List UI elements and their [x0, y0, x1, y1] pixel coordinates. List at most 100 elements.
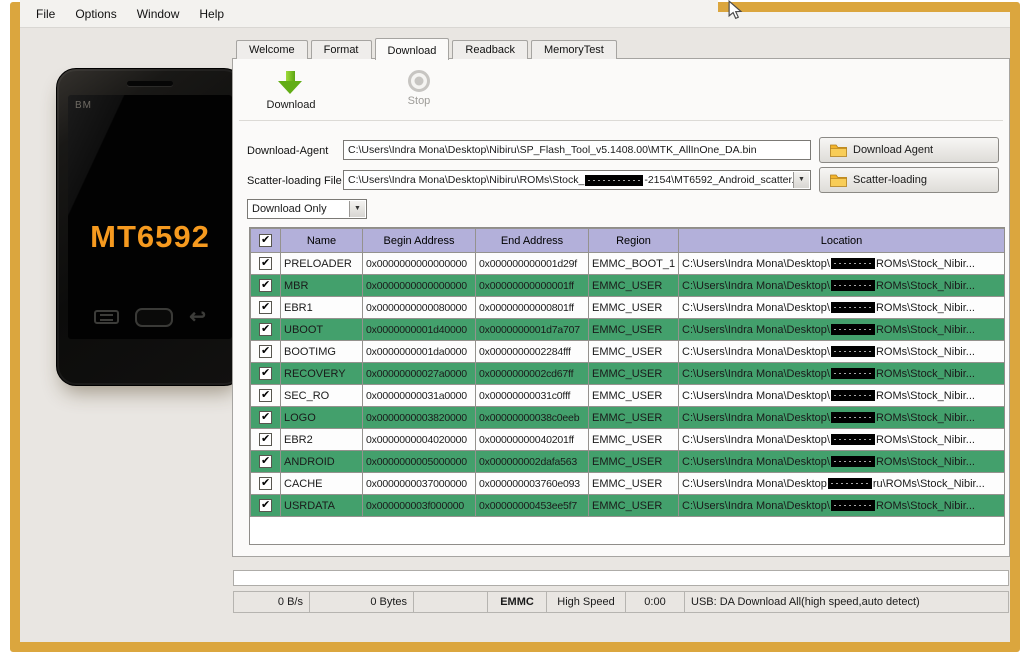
table-row[interactable]: SEC_RO 0x00000000031a0000 0x00000000031c… — [251, 385, 1005, 407]
cell-region: EMMC_USER — [589, 473, 679, 495]
table-row[interactable]: LOGO 0x0000000003820000 0x00000000038c0e… — [251, 407, 1005, 429]
download-agent-browse-button[interactable]: Download Agent — [819, 137, 999, 163]
redacted-text — [831, 346, 875, 357]
row-checkbox-cell — [251, 341, 281, 363]
scatter-browse-label: Scatter-loading — [853, 174, 927, 186]
cell-location: C:\Users\Indra Mona\Desktop\ROMs\Stock_N… — [679, 297, 1005, 319]
row-checkbox[interactable] — [259, 433, 272, 446]
header-begin-address: Begin Address — [363, 229, 476, 253]
cell-end-address: 0x00000000038c0eeb — [476, 407, 589, 429]
table-row[interactable]: ANDROID 0x0000000005000000 0x000000002da… — [251, 451, 1005, 473]
status-usb-info: USB: DA Download All(high speed,auto det… — [684, 591, 1009, 613]
row-checkbox[interactable] — [259, 345, 272, 358]
folder-icon — [830, 174, 847, 187]
cell-location: C:\Users\Indra Mona\Desktop\ROMs\Stock_N… — [679, 275, 1005, 297]
select-all-cell — [251, 229, 281, 253]
cell-begin-address: 0x000000003f000000 — [363, 495, 476, 517]
mode-dropdown-arrow[interactable]: ▼ — [349, 201, 365, 217]
cell-begin-address: 0x0000000001da0000 — [363, 341, 476, 363]
stop-button-label: Stop — [379, 95, 459, 107]
cell-name: RECOVERY — [281, 363, 363, 385]
cell-begin-address: 0x0000000004020000 — [363, 429, 476, 451]
row-checkbox[interactable] — [259, 477, 272, 490]
row-checkbox[interactable] — [259, 389, 272, 402]
row-checkbox[interactable] — [259, 301, 272, 314]
download-button[interactable]: Download — [251, 70, 331, 111]
table-row[interactable]: CACHE 0x0000000037000000 0x000000003760e… — [251, 473, 1005, 495]
cell-region: EMMC_USER — [589, 429, 679, 451]
redacted-text — [831, 456, 875, 467]
menu-file[interactable]: File — [26, 4, 65, 24]
table-row[interactable]: RECOVERY 0x00000000027a0000 0x0000000002… — [251, 363, 1005, 385]
tab-download[interactable]: Download — [375, 38, 450, 60]
menu-options[interactable]: Options — [65, 4, 126, 24]
cell-end-address: 0x000000003760e093 — [476, 473, 589, 495]
scatter-path-prefix: C:\Users\Indra Mona\Desktop\Nibiru\ROMs\… — [348, 174, 584, 186]
cell-region: EMMC_USER — [589, 363, 679, 385]
folder-icon — [830, 144, 847, 157]
phone-menu-icon — [94, 310, 119, 324]
table-row[interactable]: EBR2 0x0000000004020000 0x00000000040201… — [251, 429, 1005, 451]
table-row[interactable]: MBR 0x0000000000000000 0x00000000000001f… — [251, 275, 1005, 297]
redacted-text — [831, 500, 875, 511]
redacted-text — [831, 390, 875, 401]
tab-format[interactable]: Format — [311, 40, 372, 59]
table-row[interactable]: BOOTIMG 0x0000000001da0000 0x00000000022… — [251, 341, 1005, 363]
cell-location: C:\Users\Indra Mona\Desktop\ROMs\Stock_N… — [679, 495, 1005, 517]
table-row[interactable]: PRELOADER 0x0000000000000000 0x000000000… — [251, 253, 1005, 275]
header-name: Name — [281, 229, 363, 253]
menu-help[interactable]: Help — [189, 4, 234, 24]
row-checkbox-cell — [251, 495, 281, 517]
row-checkbox[interactable] — [259, 279, 272, 292]
partition-table-body: PRELOADER 0x0000000000000000 0x000000000… — [251, 253, 1005, 517]
partition-table-container: Name Begin Address End Address Region Lo… — [249, 227, 1005, 545]
table-row[interactable]: USRDATA 0x000000003f000000 0x00000000453… — [251, 495, 1005, 517]
scatter-file-combobox[interactable]: C:\Users\Indra Mona\Desktop\Nibiru\ROMs\… — [343, 170, 811, 190]
select-all-checkbox[interactable] — [259, 234, 272, 247]
row-checkbox[interactable] — [259, 367, 272, 380]
table-row[interactable]: UBOOT 0x0000000001d40000 0x0000000001d7a… — [251, 319, 1005, 341]
cell-begin-address: 0x0000000003820000 — [363, 407, 476, 429]
redacted-text — [831, 324, 875, 335]
download-arrow-icon — [278, 70, 304, 96]
row-checkbox[interactable] — [259, 323, 272, 336]
tab-memorytest[interactable]: MemoryTest — [531, 40, 617, 59]
row-checkbox[interactable] — [259, 455, 272, 468]
menu-window[interactable]: Window — [127, 4, 190, 24]
phone-back-icon: ↩ — [189, 310, 206, 324]
tab-welcome[interactable]: Welcome — [236, 40, 308, 59]
cell-name: USRDATA — [281, 495, 363, 517]
toolbar-separator — [239, 120, 1003, 121]
cell-begin-address: 0x00000000027a0000 — [363, 363, 476, 385]
download-mode-select[interactable]: Download Only ▼ — [247, 199, 367, 219]
scatter-path-suffix: -2154\MT6592_Android_scatter.txt — [644, 174, 805, 186]
row-checkbox-cell — [251, 451, 281, 473]
cell-region: EMMC_BOOT_1 — [589, 253, 679, 275]
row-checkbox[interactable] — [259, 257, 272, 270]
download-mode-value: Download Only — [252, 203, 327, 215]
tab-readback[interactable]: Readback — [452, 40, 528, 59]
cell-location: C:\Users\Indra Mona\Desktopru\ROMs\Stock… — [679, 473, 1005, 495]
row-checkbox[interactable] — [259, 499, 272, 512]
cell-location: C:\Users\Indra Mona\Desktop\ROMs\Stock_N… — [679, 253, 1005, 275]
progress-bar — [233, 570, 1009, 586]
mouse-cursor — [727, 0, 743, 25]
sp-flash-tool-window: { "menu": { "items": ["File", "Options",… — [0, 0, 1024, 672]
status-storage: EMMC — [487, 591, 547, 613]
row-checkbox-cell — [251, 275, 281, 297]
row-checkbox-cell — [251, 385, 281, 407]
scatter-browse-button[interactable]: Scatter-loading — [819, 167, 999, 193]
status-speed: 0 B/s — [233, 591, 310, 613]
cell-location: C:\Users\Indra Mona\Desktop\ROMs\Stock_N… — [679, 363, 1005, 385]
download-button-label: Download — [251, 99, 331, 111]
phone-brand-badge: BM — [75, 100, 92, 111]
redacted-text — [828, 478, 872, 489]
table-row[interactable]: EBR1 0x0000000000080000 0x00000000000801… — [251, 297, 1005, 319]
cell-end-address: 0x000000002dafa563 — [476, 451, 589, 473]
redacted-text — [585, 175, 643, 186]
stop-button[interactable]: Stop — [379, 70, 459, 107]
row-checkbox[interactable] — [259, 411, 272, 424]
scatter-dropdown-arrow[interactable]: ▼ — [793, 172, 809, 188]
download-agent-input[interactable]: C:\Users\Indra Mona\Desktop\Nibiru\SP_Fl… — [343, 140, 811, 160]
cell-begin-address: 0x0000000005000000 — [363, 451, 476, 473]
